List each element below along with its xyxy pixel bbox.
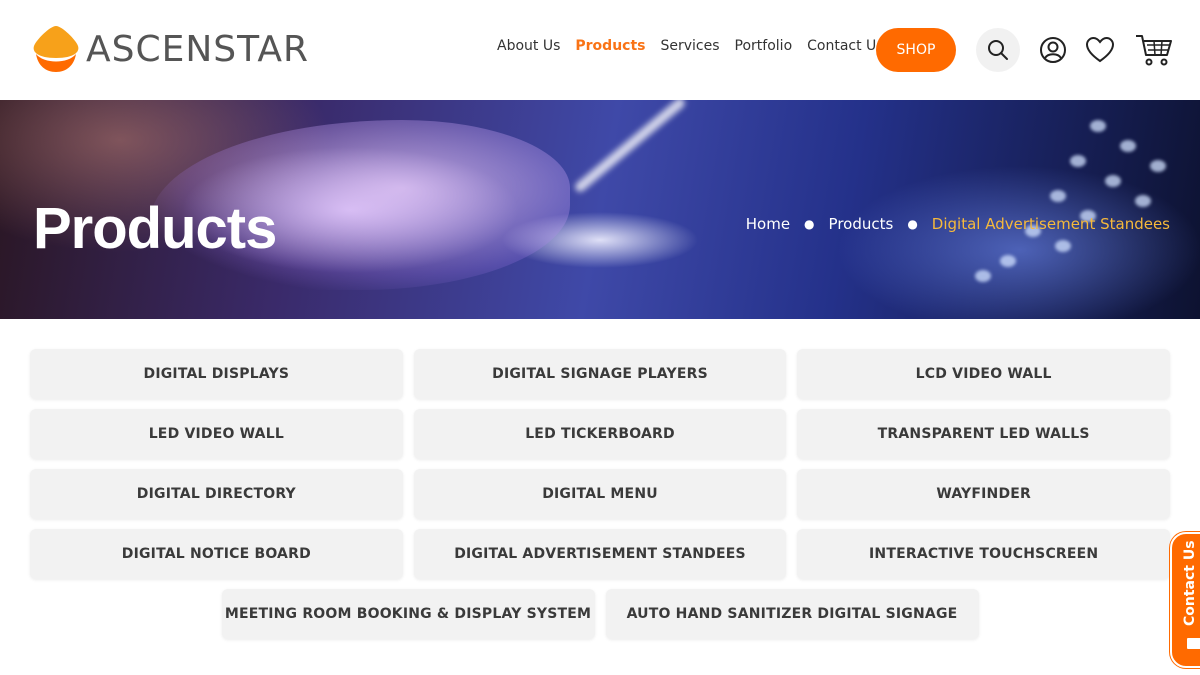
category-lcd-video-wall[interactable]: LCD VIDEO WALL [797,349,1171,399]
hero-light-streak [573,100,687,194]
wishlist-button[interactable] [1082,32,1118,68]
heart-icon [1085,36,1115,63]
breadcrumb-home[interactable]: Home [746,215,790,233]
breadcrumb-current: Digital Advertisement Standees [931,215,1170,233]
hero-bokeh-lights [920,100,1180,319]
cart-button[interactable] [1134,32,1174,68]
cart-icon [1136,35,1172,66]
category-interactive-touchscreen[interactable]: INTERACTIVE TOUCHSCREEN [797,529,1171,579]
search-icon [988,40,1008,60]
contact-us-side-tab[interactable]: Contact Us [1170,532,1200,668]
logo-text: ASCENSTAR [86,28,309,70]
breadcrumb: Home ● Products ● Digital Advertisement … [746,215,1170,233]
nav-services[interactable]: Services [661,38,720,54]
category-digital-signage-players[interactable]: DIGITAL SIGNAGE PLAYERS [413,349,787,399]
category-led-tickerboard[interactable]: LED TICKERBOARD [413,409,787,459]
nav-contact-us[interactable]: Contact Us [807,38,883,54]
category-row: DIGITAL DISPLAYS DIGITAL SIGNAGE PLAYERS… [30,349,1171,399]
hero-banner: Products Home ● Products ● Digital Adver… [0,100,1200,319]
breadcrumb-separator: ● [907,217,918,231]
category-digital-menu[interactable]: DIGITAL MENU [413,469,787,519]
category-led-video-wall[interactable]: LED VIDEO WALL [30,409,403,459]
logo[interactable]: ASCENSTAR [30,22,309,76]
breadcrumb-products[interactable]: Products [829,215,894,233]
nav-portfolio[interactable]: Portfolio [735,38,793,54]
category-digital-displays[interactable]: DIGITAL DISPLAYS [30,349,403,399]
category-wayfinder[interactable]: WAYFINDER [797,469,1171,519]
user-icon [1040,37,1066,63]
category-digital-advertisement-standees[interactable]: DIGITAL ADVERTISEMENT STANDEES [413,529,787,579]
category-digital-directory[interactable]: DIGITAL DIRECTORY [30,469,403,519]
product-category-grid: DIGITAL DISPLAYS DIGITAL SIGNAGE PLAYERS… [30,349,1171,649]
category-auto-hand-sanitizer[interactable]: AUTO HAND SANITIZER DIGITAL SIGNAGE [605,589,979,639]
nav-about-us[interactable]: About Us [497,38,560,54]
site-header: ASCENSTAR About Us Products Services Por… [0,0,1200,100]
category-row: LED VIDEO WALL LED TICKERBOARD TRANSPARE… [30,409,1171,459]
category-row: DIGITAL DIRECTORY DIGITAL MENU WAYFINDER [30,469,1171,519]
main-nav: About Us Products Services Portfolio Con… [497,38,899,54]
logo-mark-icon [30,22,82,76]
shop-button[interactable]: SHOP [876,28,956,72]
category-row: MEETING ROOM BOOKING & DISPLAY SYSTEM AU… [30,589,1170,639]
category-transparent-led-walls[interactable]: TRANSPARENT LED WALLS [797,409,1171,459]
account-button[interactable] [1035,32,1071,68]
category-row: DIGITAL NOTICE BOARD DIGITAL ADVERTISEME… [30,529,1171,579]
breadcrumb-separator: ● [804,217,815,231]
category-meeting-room-booking[interactable]: MEETING ROOM BOOKING & DISPLAY SYSTEM [221,589,595,639]
nav-products[interactable]: Products [575,38,645,54]
category-digital-notice-board[interactable]: DIGITAL NOTICE BOARD [30,529,403,579]
search-button[interactable] [976,28,1020,72]
page-title: Products [33,196,277,261]
envelope-icon [1187,638,1200,649]
side-tab-label: Contact Us [1182,540,1198,626]
